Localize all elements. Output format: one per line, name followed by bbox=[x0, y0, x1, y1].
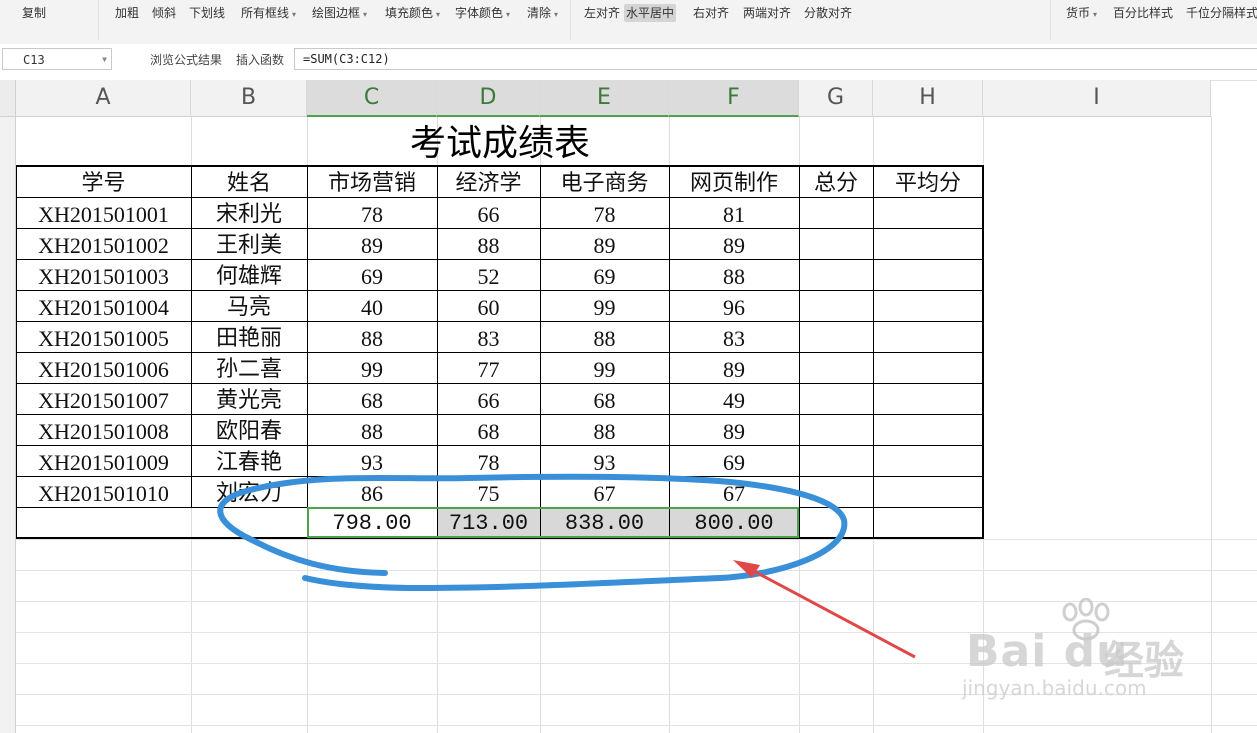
baidu-jingyan-watermark: Bai du 经验 jingyan.baidu.com bbox=[962, 598, 1222, 708]
red-arrow-annotation bbox=[747, 566, 916, 659]
watermark-url: jingyan.baidu.com bbox=[962, 676, 1147, 700]
